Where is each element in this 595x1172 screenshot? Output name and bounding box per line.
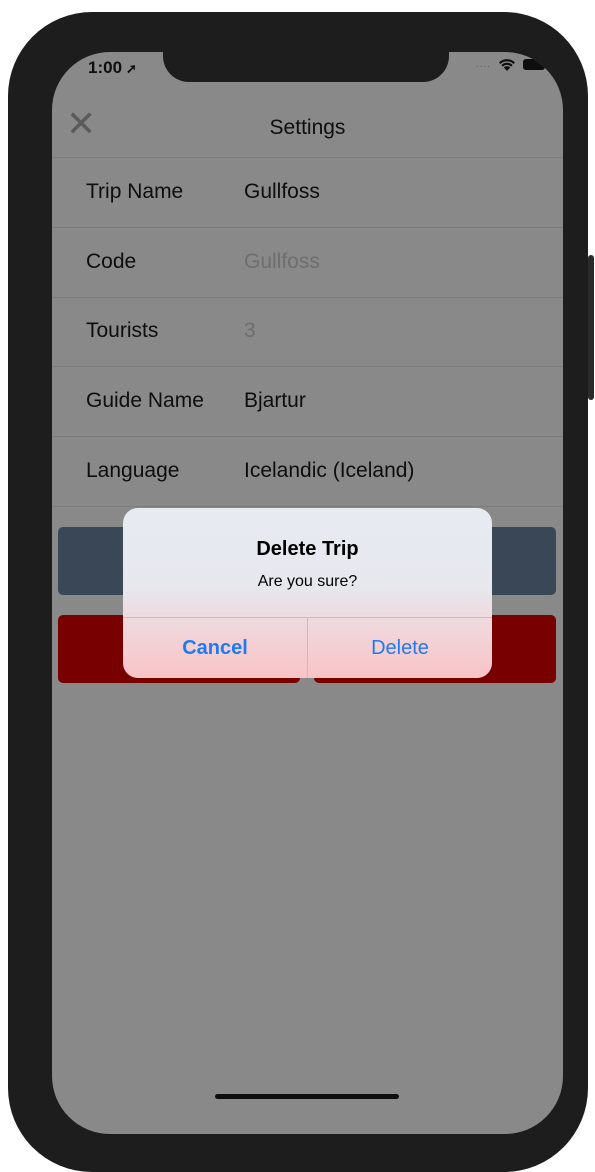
trip-name-field[interactable]: Gullfoss xyxy=(244,180,320,204)
location-arrow-icon: ➚ xyxy=(126,61,137,76)
navbar: ✕ Settings xyxy=(52,96,563,158)
status-time-text: 1:00 xyxy=(88,58,123,77)
code-field: Gullfoss xyxy=(244,250,320,273)
row-label: Tourists xyxy=(86,319,159,342)
page-title: Settings xyxy=(269,116,346,139)
row-label: Language xyxy=(86,459,180,482)
status-indicators: .... xyxy=(475,57,548,72)
notch xyxy=(163,52,449,82)
power-button xyxy=(588,255,594,400)
row-code[interactable]: Code Gullfoss xyxy=(52,228,563,298)
battery-icon xyxy=(523,59,548,70)
row-label: Trip Name xyxy=(86,180,184,203)
alert-message: Are you sure? xyxy=(257,573,358,590)
row-label: Code xyxy=(86,250,137,273)
language-field[interactable]: Icelandic (Iceland) xyxy=(244,459,414,483)
row-guide-name[interactable]: Guide Name Bjartur xyxy=(52,367,563,437)
cancel-button[interactable]: Cancel xyxy=(123,618,307,678)
guide-name-field[interactable]: Bjartur xyxy=(244,389,306,413)
status-time: 1:00 ➚ xyxy=(88,58,137,78)
screen: 1:00 ➚ .... ✕ Settings Trip Name Gullfoss… xyxy=(52,52,563,1134)
row-label: Guide Name xyxy=(86,389,204,412)
row-tourists[interactable]: Tourists 3 xyxy=(52,297,563,367)
delete-button[interactable]: Delete xyxy=(308,618,492,678)
wifi-icon xyxy=(499,59,515,71)
alert-title: Delete Trip xyxy=(256,538,359,560)
home-indicator[interactable] xyxy=(215,1094,399,1099)
row-trip-name[interactable]: Trip Name Gullfoss xyxy=(52,158,563,228)
signal-icon: .... xyxy=(475,59,491,70)
delete-trip-alert: Delete Trip Are you sure? Cancel Delete xyxy=(123,508,492,678)
row-language[interactable]: Language Icelandic (Iceland) xyxy=(52,437,563,507)
tourists-field: 3 xyxy=(244,319,256,342)
